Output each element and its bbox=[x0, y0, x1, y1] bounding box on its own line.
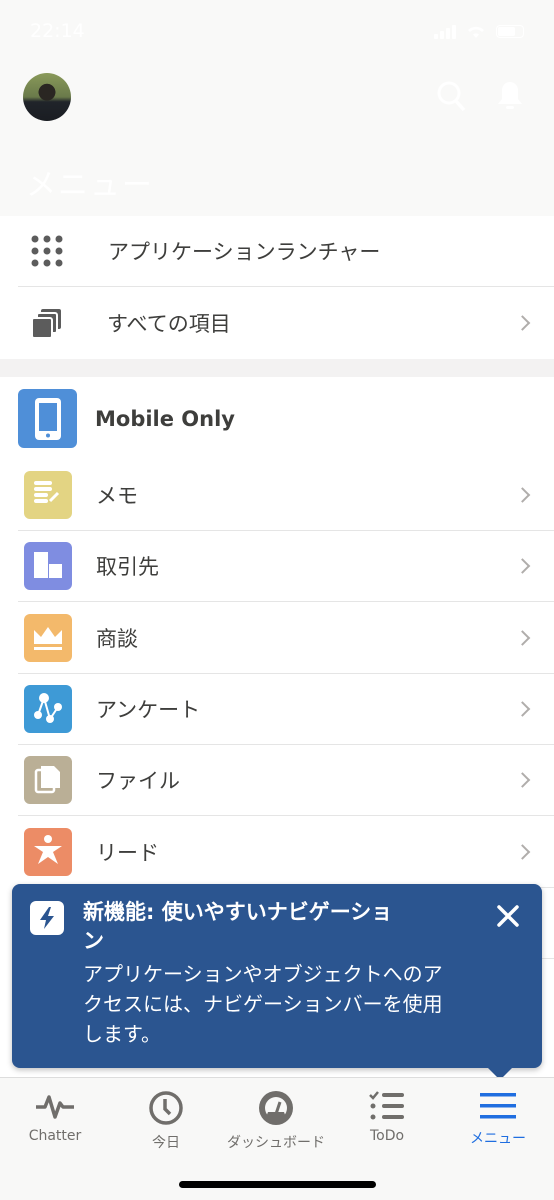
wifi-icon bbox=[468, 26, 484, 38]
crown-icon bbox=[24, 613, 72, 662]
building-icon bbox=[24, 542, 72, 591]
lightning-icon bbox=[30, 901, 64, 935]
avatar[interactable] bbox=[23, 73, 71, 121]
menu-item[interactable]: ファイル bbox=[18, 745, 554, 817]
battery-icon bbox=[496, 25, 524, 38]
header: 22:14 メニュー bbox=[0, 0, 554, 216]
tab-today[interactable]: 今日 bbox=[111, 1090, 221, 1152]
menu-item-label: アンケート bbox=[96, 697, 201, 722]
chevron-right-icon bbox=[514, 315, 531, 331]
survey-nodes-icon bbox=[24, 684, 72, 733]
tooltip-title: 新機能: 使いやすいナビゲーション bbox=[83, 900, 393, 953]
tab-chatter[interactable]: Chatter bbox=[0, 1090, 110, 1144]
menu-item-label: 取引先 bbox=[96, 555, 159, 580]
home-indicator bbox=[179, 1181, 376, 1188]
chevron-right-icon bbox=[514, 558, 531, 575]
close-icon[interactable] bbox=[494, 902, 522, 930]
menu-item[interactable]: リード bbox=[18, 816, 554, 888]
tab-label: Chatter bbox=[28, 1128, 82, 1144]
tab-dashboard[interactable]: ダッシュボード bbox=[221, 1090, 331, 1152]
tooltip-body: アプリケーションやオブジェクトへのアクセスには、ナビゲーションバーを使用します。 bbox=[83, 962, 443, 1046]
status-icons bbox=[434, 24, 524, 39]
file-icon bbox=[24, 756, 72, 805]
status-time: 22:14 bbox=[30, 20, 85, 42]
all-items-item[interactable]: すべての項目 bbox=[18, 287, 554, 359]
app-header-mobile-only: Mobile Only bbox=[18, 377, 554, 460]
chevron-right-icon bbox=[514, 843, 531, 860]
chevron-right-icon bbox=[514, 772, 531, 788]
menu-item[interactable]: 商談 bbox=[18, 602, 554, 674]
section-divider bbox=[0, 359, 554, 377]
lead-person-icon bbox=[24, 827, 72, 876]
signal-icon bbox=[434, 24, 456, 39]
tab-todo[interactable]: ToDo bbox=[332, 1090, 442, 1144]
menu-item[interactable]: 取引先 bbox=[18, 531, 554, 603]
bell-icon[interactable] bbox=[495, 80, 525, 112]
menu-item-label: メモ bbox=[96, 484, 138, 508]
chevron-right-icon bbox=[514, 629, 531, 646]
stacked-items-icon bbox=[31, 309, 61, 339]
all-items-label: すべての項目 bbox=[107, 312, 231, 336]
note-icon bbox=[24, 471, 72, 519]
tab-label: ToDo bbox=[369, 1128, 405, 1144]
tab-label: メニュー bbox=[470, 1131, 526, 1147]
checklist-icon bbox=[369, 1091, 404, 1120]
pulse-icon bbox=[36, 1095, 74, 1119]
search-icon[interactable] bbox=[436, 80, 466, 112]
tab-menu[interactable]: メニュー bbox=[443, 1090, 553, 1148]
app-launcher-label: アプリケーションランチャー bbox=[108, 240, 381, 264]
app-launcher-item[interactable]: アプリケーションランチャー bbox=[18, 216, 554, 287]
new-feature-tooltip: 新機能: 使いやすいナビゲーション アプリケーションやオブジェクトへのアクセスに… bbox=[12, 884, 542, 1080]
menu-item-label: ファイル bbox=[96, 769, 180, 794]
chevron-right-icon bbox=[514, 487, 531, 503]
app-launcher-grid-icon bbox=[31, 235, 63, 267]
menu-item[interactable]: アンケート bbox=[18, 673, 554, 745]
app-name: Mobile Only bbox=[95, 406, 235, 431]
mobile-phone-icon bbox=[18, 389, 77, 448]
menu-item-label: 商談 bbox=[96, 626, 138, 651]
tab-label: ダッシュボード bbox=[227, 1135, 325, 1151]
page-title: メニュー bbox=[26, 168, 154, 203]
tab-label: 今日 bbox=[152, 1135, 180, 1151]
menu-item-label: リード bbox=[96, 840, 159, 865]
menu-item[interactable]: メモ bbox=[18, 460, 554, 531]
chevron-right-icon bbox=[514, 701, 531, 717]
gauge-icon bbox=[259, 1091, 293, 1125]
clock-icon bbox=[149, 1091, 183, 1125]
hamburger-menu-icon bbox=[480, 1093, 516, 1119]
